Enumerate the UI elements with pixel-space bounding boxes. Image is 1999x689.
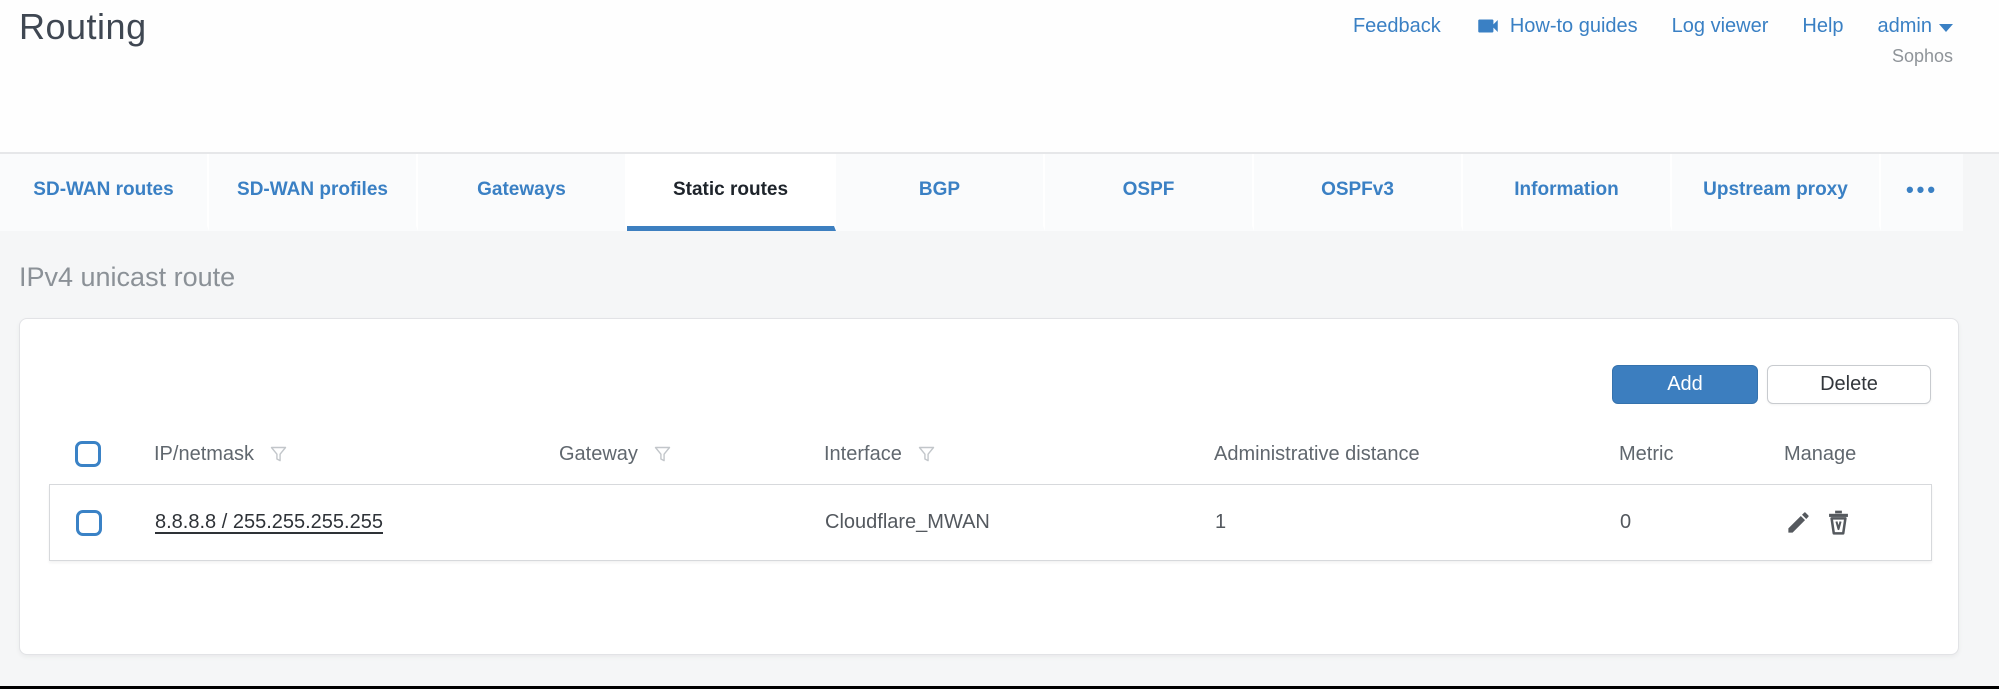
- log-viewer-link[interactable]: Log viewer: [1672, 15, 1769, 38]
- route-ip-netmask-link[interactable]: 8.8.8.8 / 255.255.255.255: [155, 511, 383, 533]
- route-metric-value: 0: [1593, 511, 1758, 534]
- tab-upstream-proxy[interactable]: Upstream proxy: [1672, 154, 1881, 231]
- table-header-row: IP/netmask Gateway: [49, 424, 1932, 484]
- column-header-administrative-distance: Administrative distance: [1187, 443, 1592, 466]
- column-header-interface: Interface: [824, 443, 902, 466]
- tab-sd-wan-routes[interactable]: SD-WAN routes: [0, 154, 209, 231]
- video-camera-icon: [1475, 13, 1501, 39]
- tab-gateways[interactable]: Gateways: [418, 154, 627, 231]
- tab-bgp[interactable]: BGP: [836, 154, 1045, 231]
- tab-static-routes[interactable]: Static routes: [627, 154, 836, 231]
- feedback-link[interactable]: Feedback: [1353, 15, 1441, 38]
- funnel-icon[interactable]: [916, 444, 937, 465]
- pencil-icon[interactable]: [1785, 509, 1812, 536]
- admin-user-label: admin: [1878, 15, 1932, 38]
- column-header-gateway: Gateway: [559, 443, 638, 466]
- column-header-metric: Metric: [1592, 443, 1757, 466]
- column-header-ip-netmask: IP/netmask: [154, 443, 254, 466]
- routes-table: IP/netmask Gateway: [49, 424, 1932, 561]
- funnel-icon[interactable]: [652, 444, 673, 465]
- chevron-down-icon: [1939, 24, 1953, 32]
- brand-label: Sophos: [1892, 46, 1953, 67]
- section-title: IPv4 unicast route: [19, 262, 1999, 293]
- admin-user-menu[interactable]: admin: [1878, 15, 1953, 38]
- add-button[interactable]: Add: [1612, 365, 1758, 404]
- select-all-checkbox[interactable]: [75, 441, 101, 467]
- trash-icon[interactable]: [1824, 508, 1853, 537]
- routes-card: Add Delete IP/netmask Ga: [19, 318, 1959, 655]
- howto-guides-link[interactable]: How-to guides: [1475, 13, 1638, 39]
- tab-information[interactable]: Information: [1463, 154, 1672, 231]
- howto-guides-label: How-to guides: [1510, 15, 1638, 38]
- tab-sd-wan-profiles[interactable]: SD-WAN profiles: [209, 154, 418, 231]
- delete-button[interactable]: Delete: [1767, 365, 1931, 404]
- page-title: Routing: [19, 6, 147, 48]
- route-administrative-distance-value: 1: [1188, 511, 1593, 534]
- utility-nav: Feedback How-to guides Log viewer Help a…: [1353, 13, 1953, 39]
- table-row: 8.8.8.8 / 255.255.255.255 Cloudflare_MWA…: [49, 484, 1932, 561]
- column-header-manage: Manage: [1757, 443, 1932, 466]
- card-toolbar: Add Delete: [1612, 365, 1931, 404]
- tab-overflow-ellipsis-button[interactable]: •••: [1881, 154, 1963, 231]
- tab-bar: SD-WAN routes SD-WAN profiles Gateways S…: [0, 154, 1963, 231]
- tab-bar-wrap: SD-WAN routes SD-WAN profiles Gateways S…: [0, 152, 1999, 231]
- help-link[interactable]: Help: [1802, 15, 1843, 38]
- route-interface-value: Cloudflare_MWAN: [798, 511, 1188, 534]
- funnel-icon[interactable]: [268, 444, 289, 465]
- tab-ospf[interactable]: OSPF: [1045, 154, 1254, 231]
- tab-ospfv3[interactable]: OSPFv3: [1254, 154, 1463, 231]
- page-header: Routing Feedback How-to guides Log viewe…: [0, 0, 1999, 152]
- row-checkbox[interactable]: [76, 510, 102, 536]
